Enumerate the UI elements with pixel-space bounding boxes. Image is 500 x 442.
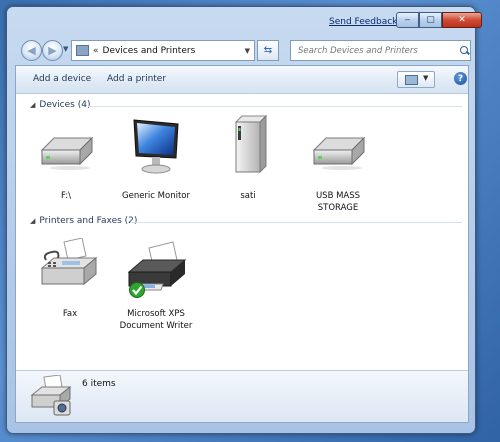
printer-label: Fax — [62, 309, 78, 319]
recent-pages-dropdown[interactable]: ▼ — [63, 45, 68, 53]
content-pane: Add a device Add a printer ▼ ? ◢ Devices… — [15, 65, 469, 423]
change-view-button[interactable]: ▼ — [397, 71, 435, 88]
fax-icon — [40, 238, 98, 286]
printer-item-fax[interactable]: Fax — [30, 238, 110, 328]
title-bar: Send Feedback ‒ ▢ ✕ — [7, 7, 482, 35]
search-input[interactable] — [296, 44, 458, 57]
send-feedback-link[interactable]: Send Feedback — [329, 17, 397, 27]
device-label: F:\ — [61, 191, 71, 201]
breadcrumb-devices-and-printers[interactable]: Devices and Printers — [103, 46, 196, 56]
address-dropdown-icon[interactable]: ▼ — [245, 47, 250, 55]
address-bar[interactable]: « Devices and Printers ▼ — [71, 40, 255, 61]
back-button[interactable]: ◀ — [21, 40, 42, 61]
view-icon — [405, 75, 418, 85]
computer-tower-icon — [234, 114, 268, 174]
group-header-printers-and-faxes[interactable]: ◢ Printers and Faxes (2) — [30, 216, 137, 226]
external-drive-icon — [40, 136, 94, 170]
printer-label: Microsoft XPS Document Writer — [119, 309, 193, 331]
printer-item-microsoft-xps[interactable]: Microsoft XPS Document Writer — [116, 238, 196, 338]
breadcrumb-overflow-icon[interactable]: « — [93, 46, 99, 56]
explorer-window: Send Feedback ‒ ▢ ✕ ◀ ▶ ▼ « Devices and … — [6, 6, 482, 434]
add-device-button[interactable]: Add a device — [33, 74, 91, 84]
device-item-drive-f[interactable]: F:\ — [26, 120, 106, 210]
maximize-button[interactable]: ▢ — [419, 12, 442, 28]
control-panel-icon — [76, 45, 89, 56]
minimize-button[interactable]: ‒ — [396, 12, 419, 28]
devices-printer-icon — [30, 375, 72, 416]
printer-default-icon — [127, 241, 187, 298]
chevron-down-icon[interactable]: ▼ — [423, 74, 428, 82]
external-drive-icon — [312, 136, 366, 170]
forward-button[interactable]: ▶ — [42, 40, 63, 61]
collapse-arrow-icon[interactable]: ◢ — [30, 101, 35, 109]
navigation-row: ◀ ▶ ▼ « Devices and Printers ▼ ⇆ — [7, 37, 475, 63]
help-button[interactable]: ? — [454, 72, 467, 85]
search-icon[interactable] — [460, 46, 469, 55]
add-printer-button[interactable]: Add a printer — [107, 74, 166, 84]
close-button[interactable]: ✕ — [442, 12, 482, 28]
collapse-arrow-icon[interactable]: ◢ — [30, 217, 35, 225]
device-label: Generic Monitor — [122, 191, 190, 201]
group-divider — [88, 106, 462, 107]
group-title: Printers and Faxes (2) — [39, 216, 138, 226]
device-label: sati — [240, 191, 256, 201]
device-item-sati[interactable]: sati — [208, 114, 288, 210]
monitor-icon — [133, 119, 179, 174]
group-title: Devices (4) — [39, 100, 91, 110]
command-bar: Add a device Add a printer ▼ ? — [16, 66, 468, 94]
search-box[interactable] — [290, 40, 471, 61]
details-pane: 6 items — [16, 370, 468, 422]
item-count: 6 items — [82, 379, 116, 389]
refresh-button[interactable]: ⇆ — [257, 40, 279, 61]
device-label: USB MASS STORAGE — [315, 191, 361, 213]
device-item-usb-mass-storage[interactable]: USB MASS STORAGE — [298, 120, 378, 220]
group-header-devices[interactable]: ◢ Devices (4) — [30, 100, 90, 110]
caption-buttons: ‒ ▢ ✕ — [396, 12, 482, 28]
device-item-generic-monitor[interactable]: Generic Monitor — [116, 119, 196, 210]
group-divider — [130, 222, 462, 223]
